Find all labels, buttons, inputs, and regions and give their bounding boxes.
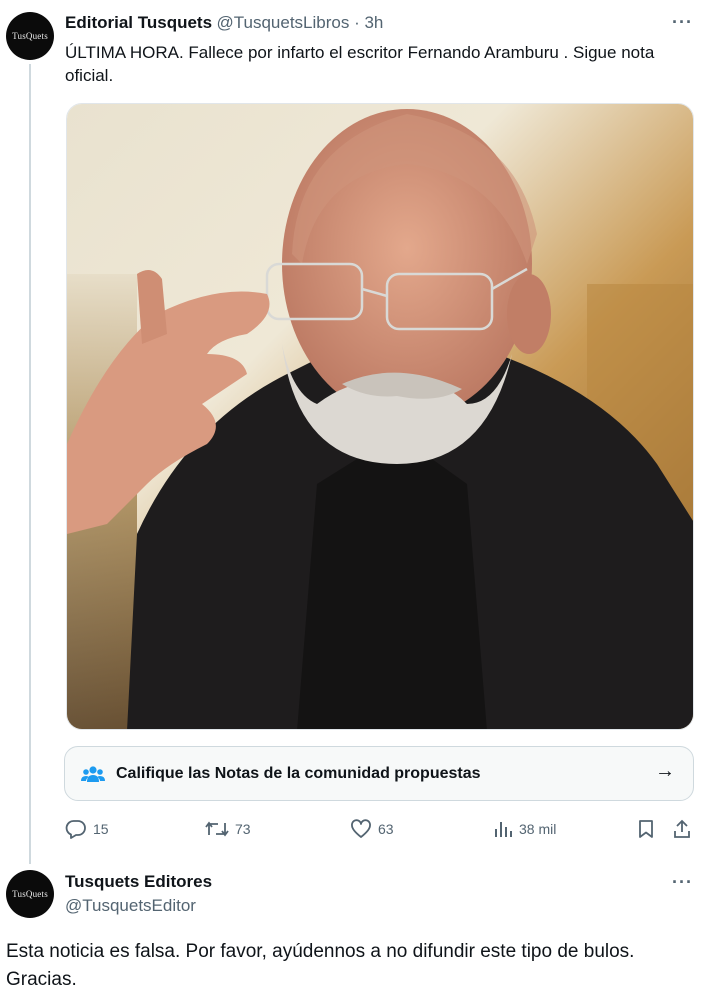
thread-connector-line: [29, 64, 31, 864]
avatar-logo-text: TusQuets: [12, 889, 48, 899]
author-handle[interactable]: @TusquetsEditor: [65, 896, 196, 916]
like-icon: [350, 819, 372, 839]
tweet-header: Editorial Tusquets @TusquetsLibros · 3h: [65, 13, 383, 33]
tweet-photo[interactable]: [66, 103, 694, 730]
portrait-photo: [67, 104, 693, 729]
bookmark-icon: [637, 819, 655, 839]
views-icon: [493, 819, 513, 839]
author-handle[interactable]: @TusquetsLibros · 3h: [217, 13, 384, 32]
repost-button[interactable]: 73: [205, 818, 251, 840]
tweet-text: ÚLTIMA HORA. Fallece por infarto el escr…: [65, 43, 655, 85]
reply-button[interactable]: 15: [65, 818, 109, 840]
reply-count: 15: [93, 821, 109, 837]
repost-count: 73: [235, 821, 251, 837]
repost-icon: [205, 819, 229, 839]
avatar[interactable]: TusQuets: [6, 12, 54, 60]
avatar[interactable]: TusQuets: [6, 870, 54, 918]
reply-icon: [65, 819, 87, 839]
community-notes-label: Califique las Notas de la comunidad prop…: [116, 764, 481, 782]
share-button[interactable]: [672, 818, 692, 840]
community-notes-prompt[interactable]: Califique las Notas de la comunidad prop…: [64, 746, 694, 801]
share-icon: [672, 819, 692, 839]
views-count: 38 mil: [519, 821, 557, 837]
like-count: 63: [378, 821, 394, 837]
more-icon[interactable]: ···: [672, 872, 693, 893]
views-button[interactable]: 38 mil: [493, 818, 556, 840]
avatar-logo-text: TusQuets: [12, 31, 48, 41]
tweet-text: Esta noticia es falsa. Por favor, ayúden…: [6, 941, 635, 990]
community-notes-icon: [81, 764, 105, 784]
bookmark-button[interactable]: [637, 818, 655, 840]
more-icon[interactable]: ···: [672, 12, 693, 33]
like-button[interactable]: 63: [350, 818, 394, 840]
author-name[interactable]: Tusquets Editores: [65, 872, 212, 892]
arrow-right-icon[interactable]: →: [655, 760, 675, 783]
author-name[interactable]: Editorial Tusquets: [65, 13, 212, 32]
